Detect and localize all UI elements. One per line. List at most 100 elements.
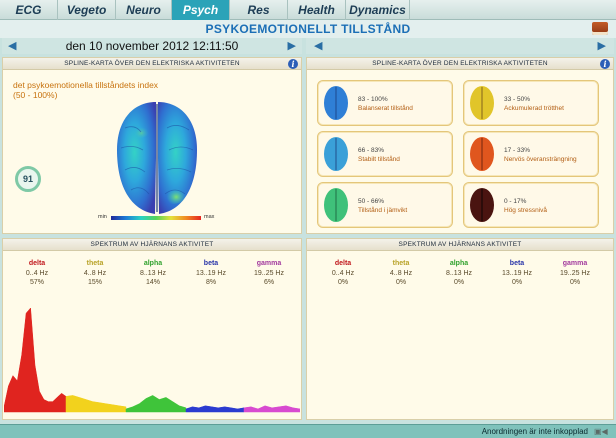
- info-icon[interactable]: i: [600, 59, 610, 69]
- band-delta: delta 0..4 Hz 0%: [313, 259, 373, 288]
- arrow-left-icon[interactable]: ◀: [314, 39, 322, 53]
- panel-header: SPLINE-KARTA ÖVER DEN ELEKTRISKA AKTIVIT…: [307, 58, 613, 70]
- band-percent: 6%: [263, 279, 275, 286]
- tab-dynamics[interactable]: Dynamics: [346, 0, 410, 20]
- band-percent: 8%: [205, 279, 217, 286]
- spectrum-area-theta: [65, 395, 127, 413]
- band-alpha: alpha 8..13 Hz 14%: [123, 259, 183, 288]
- brain-thumbnail-icon: [470, 188, 494, 222]
- band-frequency: 4..8 Hz: [389, 269, 413, 277]
- band-beta: beta 13..19 Hz 0%: [487, 259, 547, 288]
- band-frequency: 0..4 Hz: [331, 269, 355, 277]
- band-gamma: gamma 19..25 Hz 6%: [239, 259, 299, 288]
- band-gamma: gamma 19..25 Hz 0%: [545, 259, 605, 288]
- band-percent: 15%: [87, 279, 102, 286]
- status-bar: Anordningen är inte inkopplad ▣◀: [0, 424, 616, 438]
- brain-thumbnail-icon: [470, 137, 494, 171]
- state-card: 83 - 100% Balanserat tillstånd: [317, 80, 453, 126]
- band-name: alpha: [449, 260, 469, 267]
- state-range: 17 - 33%: [504, 147, 531, 154]
- state-label: Stabilt tillstånd: [358, 156, 400, 163]
- band-name: gamma: [562, 260, 588, 267]
- spectrum-panel-right: SPEKTRUM AV HJÄRNANS AKTIVITET delta 0..4…: [306, 238, 614, 420]
- spectrum-area-alpha: [125, 395, 187, 413]
- title-bar: PSYKOEMOTIONELLT TILLSTÅND: [0, 20, 616, 38]
- state-range: 83 - 100%: [358, 96, 388, 103]
- band-name: alpha: [143, 260, 163, 267]
- tab-bar: ECG Vegeto Neuro Psych Res Health Dynami…: [0, 0, 616, 20]
- band-theta: theta 4..8 Hz 0%: [371, 259, 431, 288]
- band-frequency: 0..4 Hz: [25, 269, 49, 277]
- index-title-text: det psykoemotionella tillståndets index: [13, 80, 159, 90]
- state-card: 17 - 33% Nervös överansträngning: [463, 131, 599, 177]
- tab-psych[interactable]: Psych: [172, 0, 230, 20]
- spectrum-area-gamma: [243, 405, 300, 413]
- brain-thumbnail-icon: [470, 86, 494, 120]
- band-name: delta: [28, 260, 46, 267]
- app-window: ECG Vegeto Neuro Psych Res Health Dynami…: [0, 0, 616, 438]
- index-title: det psykoemotionella tillståndets index …: [13, 80, 158, 100]
- spectrum-area-beta: [185, 405, 245, 413]
- tab-health[interactable]: Health: [288, 0, 346, 20]
- device-status-icon: ▣◀: [594, 427, 608, 436]
- band-theta: theta 4..8 Hz 15%: [65, 259, 125, 288]
- panel-header: SPEKTRUM AV HJÄRNANS AKTIVITET: [3, 239, 301, 251]
- index-value-badge: 91: [15, 166, 41, 192]
- panel-header: SPLINE-KARTA ÖVER DEN ELEKTRISKA AKTIVIT…: [3, 58, 301, 70]
- band-percent: 14%: [145, 279, 160, 286]
- state-range: 66 - 83%: [358, 147, 385, 154]
- state-range: 33 - 50%: [504, 96, 531, 103]
- spline-map-panel-right: SPLINE-KARTA ÖVER DEN ELEKTRISKA AKTIVIT…: [306, 57, 614, 234]
- legend-min: min: [98, 214, 107, 220]
- band-frequency: 4..8 Hz: [83, 269, 107, 277]
- band-delta: delta 0..4 Hz 57%: [7, 259, 67, 288]
- date-bar-left: ◀ den 10 november 2012 12:11:50 ▶: [2, 38, 302, 54]
- page-title: PSYKOEMOTIONELLT TILLSTÅND: [205, 22, 411, 36]
- date-bar-right: ◀ ▶: [306, 38, 614, 54]
- band-frequency: 8..13 Hz: [139, 269, 167, 277]
- state-card: 0 - 17% Hög stressnivå: [463, 182, 599, 228]
- band-percent: 0%: [511, 279, 523, 286]
- spectrum-chart: [4, 307, 300, 413]
- band-name: delta: [334, 260, 352, 267]
- band-frequency: 19..25 Hz: [560, 269, 590, 277]
- band-name: theta: [86, 260, 104, 267]
- info-icon[interactable]: i: [288, 59, 298, 69]
- panel-header: SPEKTRUM AV HJÄRNANS AKTIVITET: [307, 239, 613, 251]
- tab-vegeto[interactable]: Vegeto: [58, 0, 116, 20]
- state-label: Nervös överansträngning: [504, 156, 577, 163]
- book-icon[interactable]: [592, 22, 608, 35]
- spline-map-panel-left: SPLINE-KARTA ÖVER DEN ELEKTRISKA AKTIVIT…: [2, 57, 302, 234]
- band-name: beta: [203, 260, 219, 267]
- brain-thumbnail-icon: [324, 188, 348, 222]
- state-label: Tillstånd i jämvikt: [358, 207, 408, 214]
- band-name: beta: [509, 260, 525, 267]
- band-percent: 0%: [569, 279, 581, 286]
- status-text: Anordningen är inte inkopplad: [481, 427, 588, 436]
- arrow-right-icon[interactable]: ▶: [598, 39, 606, 53]
- tab-ecg[interactable]: ECG: [0, 0, 58, 20]
- legend-max: max: [204, 214, 215, 220]
- band-name: gamma: [256, 260, 282, 267]
- band-frequency: 13..19 Hz: [196, 269, 226, 277]
- color-legend-bar: [111, 216, 201, 220]
- date-text: den 10 november 2012 12:11:50: [65, 39, 239, 53]
- state-card: 66 - 83% Stabilt tillstånd: [317, 131, 453, 177]
- band-percent: 57%: [29, 279, 44, 286]
- state-label: Hög stressnivå: [504, 207, 547, 214]
- band-alpha: alpha 8..13 Hz 0%: [429, 259, 489, 288]
- band-frequency: 13..19 Hz: [502, 269, 532, 277]
- state-card: 50 - 66% Tillstånd i jämvikt: [317, 182, 453, 228]
- band-percent: 0%: [337, 279, 349, 286]
- spectrum-area-delta: [4, 307, 67, 413]
- band-frequency: 19..25 Hz: [254, 269, 284, 277]
- brain-thumbnail-icon: [324, 86, 348, 120]
- tab-res[interactable]: Res: [230, 0, 288, 20]
- arrow-right-icon[interactable]: ▶: [288, 39, 296, 53]
- state-range: 0 - 17%: [504, 198, 527, 205]
- brain-thumbnail-icon: [324, 137, 348, 171]
- state-label: Ackumulerad trötthet: [504, 105, 564, 112]
- tab-neuro[interactable]: Neuro: [116, 0, 172, 20]
- state-card: 33 - 50% Ackumulerad trötthet: [463, 80, 599, 126]
- brain-map-image: [117, 102, 197, 214]
